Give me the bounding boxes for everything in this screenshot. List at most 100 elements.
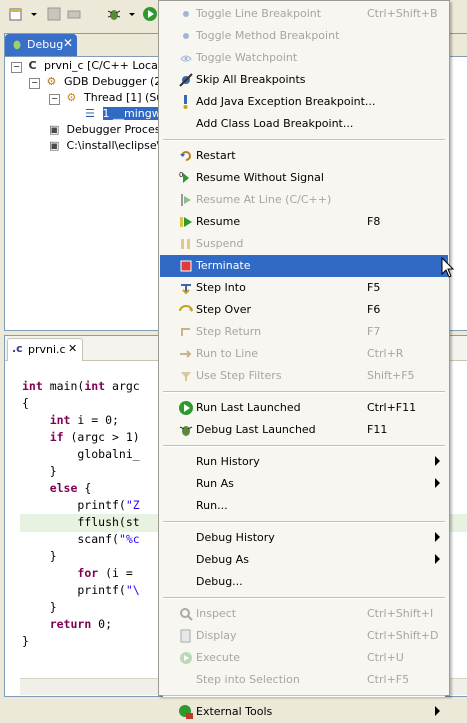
menu-item-run-last-launched[interactable]: Run Last Launched Ctrl+F11 bbox=[160, 397, 448, 419]
menu-item-debug[interactable]: Debug... bbox=[160, 571, 448, 593]
code-token: "\ bbox=[125, 583, 140, 597]
code-token: 0; bbox=[91, 617, 113, 631]
code-token: (i = bbox=[98, 566, 133, 580]
collapse-icon[interactable]: − bbox=[49, 94, 60, 105]
menu-item-label: Toggle Method Breakpoint bbox=[196, 29, 340, 42]
menu-item-label: Terminate bbox=[196, 259, 251, 272]
dropdown-arrow-icon[interactable] bbox=[128, 6, 136, 22]
menu-item-label: Suspend bbox=[196, 237, 244, 250]
debug-bug-icon[interactable] bbox=[106, 6, 122, 22]
submenu-arrow-icon bbox=[435, 554, 440, 564]
collapse-icon[interactable]: − bbox=[11, 62, 22, 73]
menu-item-shortcut: F8 bbox=[367, 215, 381, 228]
menu-item-toggle-method-breakpoint[interactable]: Toggle Method Breakpoint bbox=[160, 25, 448, 47]
code-token: { bbox=[77, 481, 92, 495]
code-token: } bbox=[22, 549, 57, 563]
menu-item-resume-without-signal[interactable]: 0 Resume Without Signal bbox=[160, 167, 448, 189]
code-line: if (argc > 1) bbox=[22, 429, 140, 446]
menu-item-add-java-exception-breakpoint[interactable]: Add Java Exception Breakpoint... bbox=[160, 91, 448, 113]
menu-item-debug-last-launched[interactable]: Debug Last Launched F11 bbox=[160, 419, 448, 441]
menu-item-label: Run to Line bbox=[196, 347, 259, 360]
run-icon[interactable] bbox=[142, 6, 158, 22]
code-line: return 0; bbox=[22, 616, 112, 633]
menu-item-terminate[interactable]: Terminate bbox=[160, 255, 448, 277]
menu-item-run-as[interactable]: Run As bbox=[160, 473, 448, 495]
dot-icon bbox=[183, 11, 189, 17]
code-line: fflush(st bbox=[22, 514, 139, 531]
tree-item-launch[interactable]: − C prvni_c [C/C++ Local A bbox=[11, 58, 172, 74]
launch-icon: C bbox=[28, 59, 37, 72]
submenu-arrow-icon bbox=[435, 532, 440, 542]
menu-item-label: Run... bbox=[196, 499, 228, 512]
print-icon[interactable] bbox=[66, 6, 82, 22]
menu-item-shortcut: Ctrl+Shift+B bbox=[367, 7, 438, 20]
menu-item-debug-as[interactable]: Debug As bbox=[160, 549, 448, 571]
menu-item-inspect[interactable]: Inspect Ctrl+Shift+I bbox=[160, 603, 448, 625]
menu-item-skip-all-breakpoints[interactable]: Skip All Breakpoints bbox=[160, 69, 448, 91]
menu-item-restart[interactable]: Restart bbox=[160, 145, 448, 167]
menu-item-shortcut: Ctrl+Shift+I bbox=[367, 607, 434, 620]
dropdown-arrow-icon[interactable] bbox=[30, 6, 38, 22]
resume-line-icon bbox=[181, 194, 191, 206]
code-line: } bbox=[22, 463, 57, 480]
menu-item-display[interactable]: Display Ctrl+Shift+D bbox=[160, 625, 448, 647]
menu-item-resume[interactable]: Resume F8 bbox=[160, 211, 448, 233]
menu-item-shortcut: F6 bbox=[367, 303, 381, 316]
inspect-icon bbox=[180, 608, 193, 621]
code-line: for (i = bbox=[22, 565, 133, 582]
menu-separator bbox=[163, 139, 445, 141]
tree-item-debugger-process[interactable]: ▣ Debugger Process ( bbox=[49, 122, 174, 138]
save-icon[interactable] bbox=[46, 6, 62, 22]
menu-item-execute[interactable]: Execute Ctrl+U bbox=[160, 647, 448, 669]
suspend-icon bbox=[181, 239, 190, 249]
watch-icon bbox=[180, 55, 192, 62]
menu-item-step-into-selection[interactable]: Step into Selection Ctrl+F5 bbox=[160, 669, 448, 691]
menu-item-shortcut: Ctrl+R bbox=[367, 347, 404, 360]
menu-item-add-class-load-breakpoint[interactable]: Add Class Load Breakpoint... bbox=[160, 113, 448, 135]
close-icon[interactable]: ✕ bbox=[68, 342, 77, 355]
tab-debug-label: Debug bbox=[27, 38, 64, 51]
menu-item-label: Display bbox=[196, 629, 237, 642]
menu-item-run-to-line[interactable]: Run to Line Ctrl+R bbox=[160, 343, 448, 365]
menu-item-debug-history[interactable]: Debug History bbox=[160, 527, 448, 549]
tree-item-thread[interactable]: − ⚙ Thread [1] (Sus bbox=[49, 90, 169, 106]
menu-item-run-history[interactable]: Run History bbox=[160, 451, 448, 473]
tree-item-label: 1 __mingw_ bbox=[102, 107, 167, 120]
menu-separator bbox=[163, 597, 445, 599]
menu-item-label: Toggle Line Breakpoint bbox=[196, 7, 322, 20]
run-to-line-icon bbox=[180, 350, 192, 358]
tree-item-stack-frame[interactable]: ☰ 1 __mingw_ bbox=[85, 106, 167, 122]
tab-prvni-c[interactable]: .c prvni.c ✕ bbox=[7, 338, 83, 361]
menu-item-toggle-line-breakpoint[interactable]: Toggle Line Breakpoint Ctrl+Shift+B bbox=[160, 3, 448, 25]
collapse-icon[interactable]: − bbox=[29, 78, 40, 89]
menu-item-resume-at-line-c-c[interactable]: Resume At Line (C/C++) bbox=[160, 189, 448, 211]
submenu-arrow-icon bbox=[435, 478, 440, 488]
menu-item-label: Run As bbox=[196, 477, 234, 490]
tree-item-debugger[interactable]: − ⚙ GDB Debugger (20. bbox=[29, 74, 172, 90]
code-line: } bbox=[22, 633, 29, 650]
menu-item-step-into[interactable]: Step Into F5 bbox=[160, 277, 448, 299]
code-token: int bbox=[84, 379, 106, 393]
menu-item-external-tools[interactable]: External Tools bbox=[160, 701, 448, 723]
tab-debug[interactable]: Debug ✕ bbox=[5, 34, 77, 56]
menu-item-step-over[interactable]: Step Over F6 bbox=[160, 299, 448, 321]
step-into-icon bbox=[181, 284, 191, 295]
menu-item-label: Step Over bbox=[196, 303, 251, 316]
submenu-arrow-icon bbox=[435, 456, 440, 466]
menu-item-label: Add Class Load Breakpoint... bbox=[196, 117, 354, 130]
step-return-icon bbox=[181, 328, 190, 336]
menu-item-label: Resume Without Signal bbox=[196, 171, 324, 184]
code-area[interactable]: int main(int argc{ int i = 0; if (argc >… bbox=[0, 378, 160, 678]
new-icon[interactable] bbox=[8, 6, 24, 22]
menu-item-label: Use Step Filters bbox=[196, 369, 282, 382]
code-token: printf( bbox=[22, 498, 126, 512]
code-token: } bbox=[22, 464, 57, 478]
menu-item-run[interactable]: Run... bbox=[160, 495, 448, 517]
menu-item-shortcut: Ctrl+Shift+D bbox=[367, 629, 439, 642]
close-icon[interactable]: ✕ bbox=[63, 36, 73, 50]
menu-item-suspend[interactable]: Suspend bbox=[160, 233, 448, 255]
menu-item-toggle-watchpoint[interactable]: Toggle Watchpoint bbox=[160, 47, 448, 69]
menu-item-step-return[interactable]: Step Return F7 bbox=[160, 321, 448, 343]
menu-item-use-step-filters[interactable]: Use Step Filters Shift+F5 bbox=[160, 365, 448, 387]
